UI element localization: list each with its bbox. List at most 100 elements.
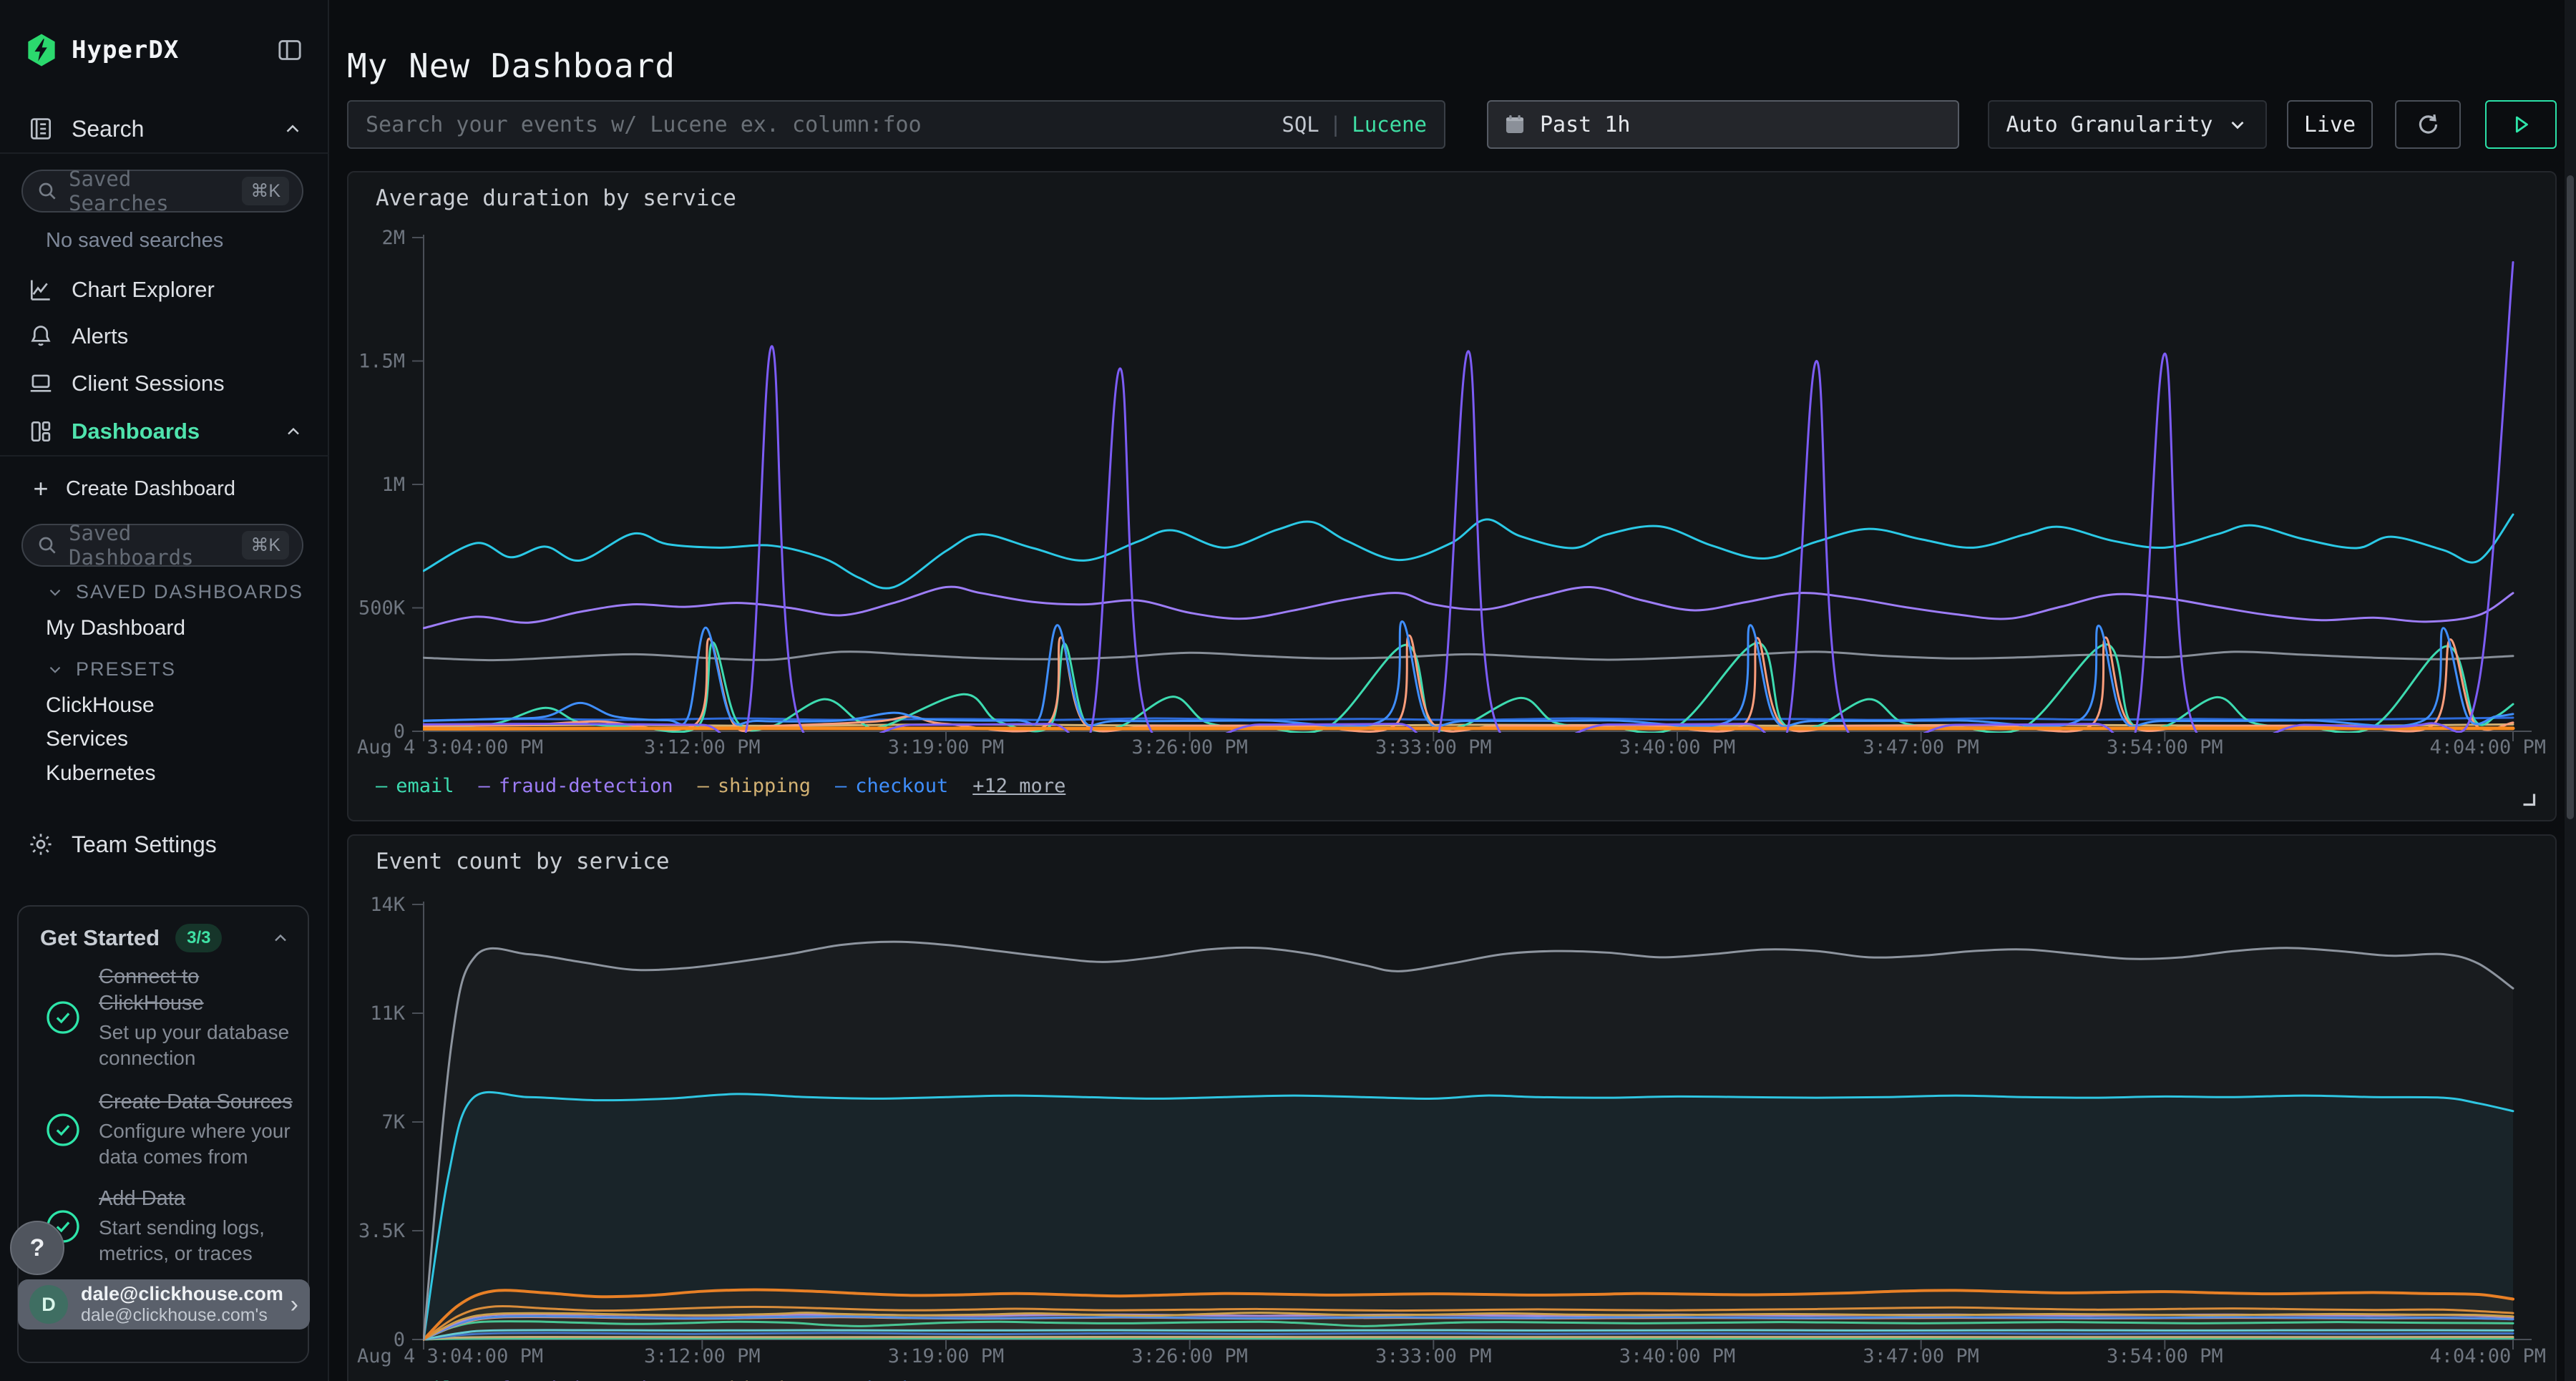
chart-legend: — email —fraud-detection —shipping — checkout… bbox=[376, 1378, 1065, 1381]
sidebar-item-team-settings[interactable]: Team Settings bbox=[0, 823, 329, 866]
legend-label: checkout bbox=[855, 1378, 948, 1381]
saved-dashboards-section-toggle[interactable]: SAVED DASHBOARDS bbox=[46, 581, 303, 603]
time-range-picker[interactable]: Past 1h bbox=[1487, 100, 1959, 149]
legend-item-email[interactable]: —email bbox=[376, 775, 454, 797]
sidebar-item-my-dashboard[interactable]: My Dashboard bbox=[46, 616, 185, 640]
sidebar-item-search[interactable]: Search bbox=[0, 107, 329, 150]
sidebar: HyperDX Search bbox=[0, 0, 329, 1381]
main-content: My New Dashboard Search your events w/ L… bbox=[329, 0, 2576, 1381]
legend-item-fraud-detection[interactable]: —fraud-detection bbox=[479, 775, 673, 797]
get-started-item-sources[interactable]: Create Data Sources Configure where your… bbox=[40, 1089, 293, 1170]
legend-label: fraud-detection bbox=[499, 1378, 673, 1381]
chevron-up-icon bbox=[282, 118, 303, 140]
get-started-item-add-data[interactable]: Add Data Start sending logs, metrics, or… bbox=[40, 1186, 293, 1267]
mode-divider: | bbox=[1330, 112, 1342, 137]
search-placeholder: Search your events w/ Lucene ex. column:… bbox=[366, 112, 1282, 137]
granularity-select[interactable]: Auto Granularity bbox=[1988, 100, 2267, 149]
chevron-up-icon bbox=[270, 928, 291, 948]
page-title: My New Dashboard bbox=[347, 47, 675, 85]
sidebar-item-services[interactable]: Services bbox=[46, 727, 128, 751]
sidebar-item-kubernetes[interactable]: Kubernetes bbox=[46, 761, 155, 786]
gear-icon bbox=[26, 829, 56, 859]
refresh-button[interactable] bbox=[2395, 100, 2461, 149]
sql-mode-toggle[interactable]: SQL bbox=[1282, 112, 1319, 137]
sidebar-item-alerts[interactable]: Alerts bbox=[0, 315, 329, 358]
saved-searches-placeholder: Saved Searches bbox=[69, 167, 242, 215]
legend-item-checkout[interactable]: —checkout bbox=[835, 775, 948, 797]
svg-text:3:33:00 PM: 3:33:00 PM bbox=[1375, 1345, 1492, 1367]
svg-text:7K: 7K bbox=[381, 1111, 405, 1133]
legend-more-link[interactable]: +12 more bbox=[972, 1378, 1065, 1381]
check-circle-icon bbox=[40, 997, 86, 1038]
live-label: Live bbox=[2304, 112, 2356, 137]
saved-dashboards-input[interactable]: Saved Dashboards ⌘K bbox=[21, 524, 303, 567]
presets-section-toggle[interactable]: PRESETS bbox=[46, 658, 176, 680]
chevron-up-icon bbox=[283, 421, 303, 441]
average-duration-line-chart[interactable]: 2M1.5M1M500K0Aug 4 3:04:00 PM3:12:00 PM3… bbox=[348, 172, 2558, 766]
legend-dash: — bbox=[376, 775, 387, 797]
get-started-header[interactable]: Get Started 3/3 bbox=[40, 924, 291, 952]
search-icon bbox=[36, 534, 59, 557]
legend-item-fraud-detection[interactable]: —fraud-detection bbox=[479, 1378, 673, 1381]
chevron-down-icon bbox=[46, 583, 64, 602]
no-saved-searches-text: No saved searches bbox=[46, 229, 223, 253]
get-started-item-connect[interactable]: Connect to ClickHouse Set up your databa… bbox=[40, 964, 293, 1071]
logo-row: HyperDX bbox=[23, 29, 306, 72]
chevron-down-icon bbox=[2227, 114, 2248, 135]
svg-text:3:33:00 PM: 3:33:00 PM bbox=[1375, 736, 1492, 758]
legend-item-shipping[interactable]: —shipping bbox=[698, 1378, 811, 1381]
svg-text:4:04:00 PM: 4:04:00 PM bbox=[2429, 736, 2546, 758]
svg-text:14K: 14K bbox=[370, 894, 406, 916]
sidebar-item-clickhouse[interactable]: ClickHouse bbox=[46, 693, 155, 718]
section-label: PRESETS bbox=[76, 658, 176, 680]
create-dashboard-button[interactable]: + Create Dashboard bbox=[0, 469, 329, 509]
event-search-input[interactable]: Search your events w/ Lucene ex. column:… bbox=[347, 100, 1445, 149]
calendar-icon bbox=[1503, 112, 1527, 137]
divider bbox=[0, 152, 329, 154]
plus-icon: + bbox=[26, 474, 56, 504]
svg-text:3:19:00 PM: 3:19:00 PM bbox=[888, 1345, 1005, 1367]
legend-item-shipping[interactable]: —shipping bbox=[698, 775, 811, 797]
svg-text:3.5K: 3.5K bbox=[358, 1220, 406, 1242]
task-title: Connect to ClickHouse bbox=[99, 964, 285, 1017]
lucene-mode-toggle[interactable]: Lucene bbox=[1352, 112, 1427, 137]
sidebar-item-label: Alerts bbox=[72, 323, 128, 349]
sidebar-item-dashboards[interactable]: Dashboards bbox=[0, 410, 329, 453]
help-button[interactable]: ? bbox=[10, 1221, 64, 1275]
sidebar-item-chart-explorer[interactable]: Chart Explorer bbox=[0, 268, 329, 311]
svg-text:3:12:00 PM: 3:12:00 PM bbox=[644, 736, 761, 758]
svg-text:3:12:00 PM: 3:12:00 PM bbox=[644, 1345, 761, 1367]
search-icon bbox=[36, 180, 59, 202]
legend-dash: — bbox=[835, 1378, 847, 1381]
run-query-button[interactable] bbox=[2485, 100, 2557, 149]
user-menu[interactable]: D dale@clickhouse.com dale@clickhouse.co… bbox=[18, 1279, 310, 1329]
svg-text:Aug 4 3:04:00 PM: Aug 4 3:04:00 PM bbox=[357, 736, 543, 758]
sidebar-toggle-icon bbox=[275, 36, 304, 64]
chart-explorer-icon bbox=[26, 275, 56, 305]
scrollbar-thumb[interactable] bbox=[2567, 175, 2574, 819]
live-button[interactable]: Live bbox=[2287, 100, 2373, 149]
legend-item-checkout[interactable]: — checkout bbox=[835, 1378, 948, 1381]
legend-label: email bbox=[396, 1378, 454, 1381]
toolbar: Search your events w/ Lucene ex. column:… bbox=[347, 100, 2557, 149]
get-started-title: Get Started bbox=[40, 925, 160, 951]
legend-dash: — bbox=[835, 775, 847, 797]
resize-handle-icon[interactable] bbox=[2518, 789, 2540, 810]
refresh-icon bbox=[2414, 111, 2441, 138]
sidebar-item-client-sessions[interactable]: Client Sessions bbox=[0, 362, 329, 405]
chart-panel-average-duration: Average duration by service 2M1.5M1M500K… bbox=[347, 171, 2557, 821]
event-count-line-chart[interactable]: 14K11K7K3.5K0Aug 4 3:04:00 PM3:12:00 PM3… bbox=[348, 836, 2558, 1381]
bell-icon bbox=[26, 321, 56, 351]
shortcut-badge: ⌘K bbox=[242, 177, 289, 205]
collapse-sidebar-button[interactable] bbox=[273, 34, 306, 67]
legend-item-email[interactable]: — email bbox=[376, 1378, 454, 1381]
legend-more-link[interactable]: +12 more bbox=[972, 775, 1065, 797]
legend-dash: — bbox=[376, 1378, 387, 1381]
svg-text:3:26:00 PM: 3:26:00 PM bbox=[1131, 1345, 1248, 1367]
saved-searches-input[interactable]: Saved Searches ⌘K bbox=[21, 170, 303, 213]
sidebar-item-label: Client Sessions bbox=[72, 371, 225, 396]
svg-text:500K: 500K bbox=[358, 597, 406, 620]
chevron-right-icon: › bbox=[291, 1291, 298, 1319]
time-range-value: Past 1h bbox=[1540, 112, 1630, 137]
page-scrollbar[interactable] bbox=[2565, 0, 2576, 1381]
